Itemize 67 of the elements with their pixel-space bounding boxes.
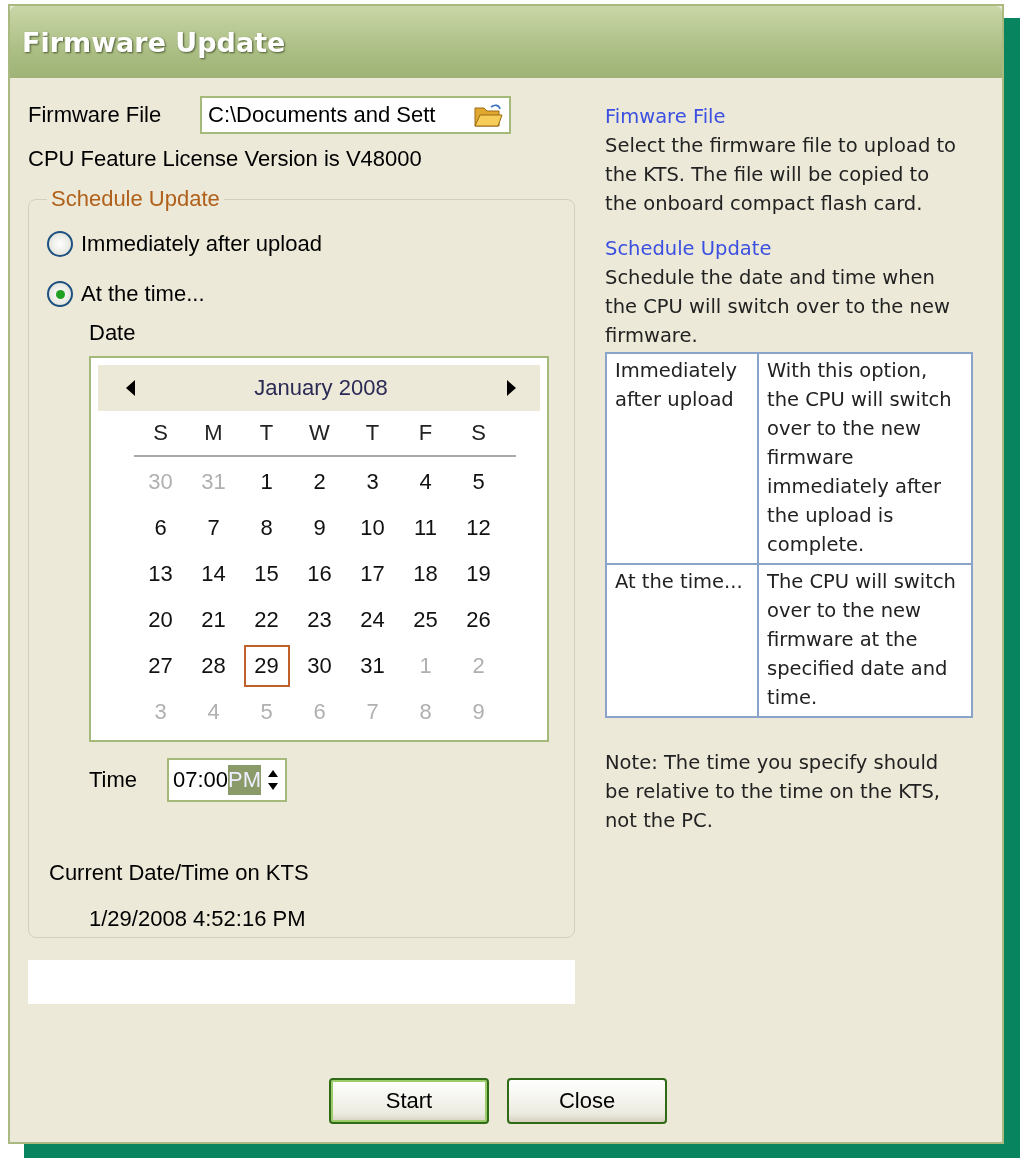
calendar-day[interactable]: 6: [137, 507, 184, 549]
calendar-day[interactable]: 11: [402, 507, 449, 549]
table-cell: With this option, the CPU will switch over to the new firmware immediately after the upload is complete.: [758, 353, 972, 564]
calendar-day[interactable]: 9: [296, 507, 343, 549]
weekday-label: T: [365, 420, 380, 446]
table-cell: At the time...: [606, 564, 758, 717]
calendar-day[interactable]: 2: [296, 461, 343, 503]
calendar-day[interactable]: 15: [243, 553, 290, 595]
calendar-day[interactable]: 23: [296, 599, 343, 641]
dialog-button[interactable]: Close: [507, 1078, 667, 1124]
radio-button[interactable]: [47, 231, 73, 257]
radio-label: Immediately after upload: [81, 231, 322, 257]
help-text: Select the firmware file to upload to the KTS. The file will be copied to the onboard compact flash card.: [605, 133, 958, 217]
calendar-day[interactable]: 30: [296, 645, 343, 687]
calendar-day[interactable]: 28: [190, 645, 237, 687]
calendar-day[interactable]: 29: [243, 645, 290, 687]
calendar-day[interactable]: 24: [349, 599, 396, 641]
time-label: Time: [89, 767, 139, 793]
group-legend: Schedule Update: [47, 186, 224, 212]
month-title: January 2008: [254, 375, 388, 401]
help-heading: Fimware File: [605, 104, 727, 130]
calendar-day[interactable]: 13: [137, 553, 184, 595]
calendar-day[interactable]: 22: [243, 599, 290, 641]
calendar-day[interactable]: 16: [296, 553, 343, 595]
calendar-day[interactable]: 26: [455, 599, 502, 641]
help-heading: Schedule Update: [605, 236, 773, 262]
weekday-label: W: [309, 420, 330, 446]
calendar-day[interactable]: 17: [349, 553, 396, 595]
calendar-day[interactable]: 27: [137, 645, 184, 687]
calendar-day[interactable]: 14: [190, 553, 237, 595]
calendar-day[interactable]: 19: [455, 553, 502, 595]
radio-button[interactable]: [47, 281, 73, 307]
weekday-label: F: [418, 420, 433, 446]
time-segment[interactable]: 07:00: [173, 765, 229, 795]
file-path-field[interactable]: C:\Documents and Sett: [200, 96, 511, 134]
weekday-label: M: [204, 420, 223, 446]
note-text: Note: The time you specify should be relative to the time on the KTS, not the PC.: [605, 750, 941, 834]
calendar-day[interactable]: 25: [402, 599, 449, 641]
table-cell: The CPU will switch over to the new firmware at the specified date and time.: [758, 564, 972, 717]
window-title: Firmware Update: [22, 26, 286, 58]
calendar-day[interactable]: 18: [402, 553, 449, 595]
calendar-day[interactable]: 20: [137, 599, 184, 641]
calendar-day[interactable]: 1: [243, 461, 290, 503]
weekday-label: S: [153, 420, 168, 446]
calendar-day[interactable]: 5: [455, 461, 502, 503]
weekday-label: T: [259, 420, 274, 446]
calendar-day[interactable]: 21: [190, 599, 237, 641]
calendar-day[interactable]: 31: [349, 645, 396, 687]
current-time-value: 1/29/2008 4:52:16 PM: [89, 906, 307, 932]
calendar-day[interactable]: 10: [349, 507, 396, 549]
dialog-button[interactable]: Start: [329, 1078, 489, 1124]
weekday-label: S: [471, 420, 486, 446]
current-time-label: Current Date/Time on KTS: [49, 860, 310, 886]
previous-month-icon[interactable]: [126, 380, 136, 396]
folder-icon[interactable]: [473, 102, 503, 128]
firmware-file-label: Firmware File: [28, 102, 163, 128]
license-version-text: CPU Feature License Version is V48000: [28, 146, 423, 172]
radio-label: At the time...: [81, 281, 205, 307]
next-month-icon[interactable]: [506, 380, 516, 396]
table-cell: Immediately after upload: [606, 353, 758, 564]
calendar-day[interactable]: 12: [455, 507, 502, 549]
calendar-day[interactable]: 8: [243, 507, 290, 549]
date-label: Date: [89, 320, 137, 346]
calendar-day[interactable]: 3: [349, 461, 396, 503]
calendar-day[interactable]: 7: [190, 507, 237, 549]
calendar-day[interactable]: 4: [402, 461, 449, 503]
help-text: Schedule the date and time when the CPU will switch over to the new firmware.: [605, 265, 951, 349]
